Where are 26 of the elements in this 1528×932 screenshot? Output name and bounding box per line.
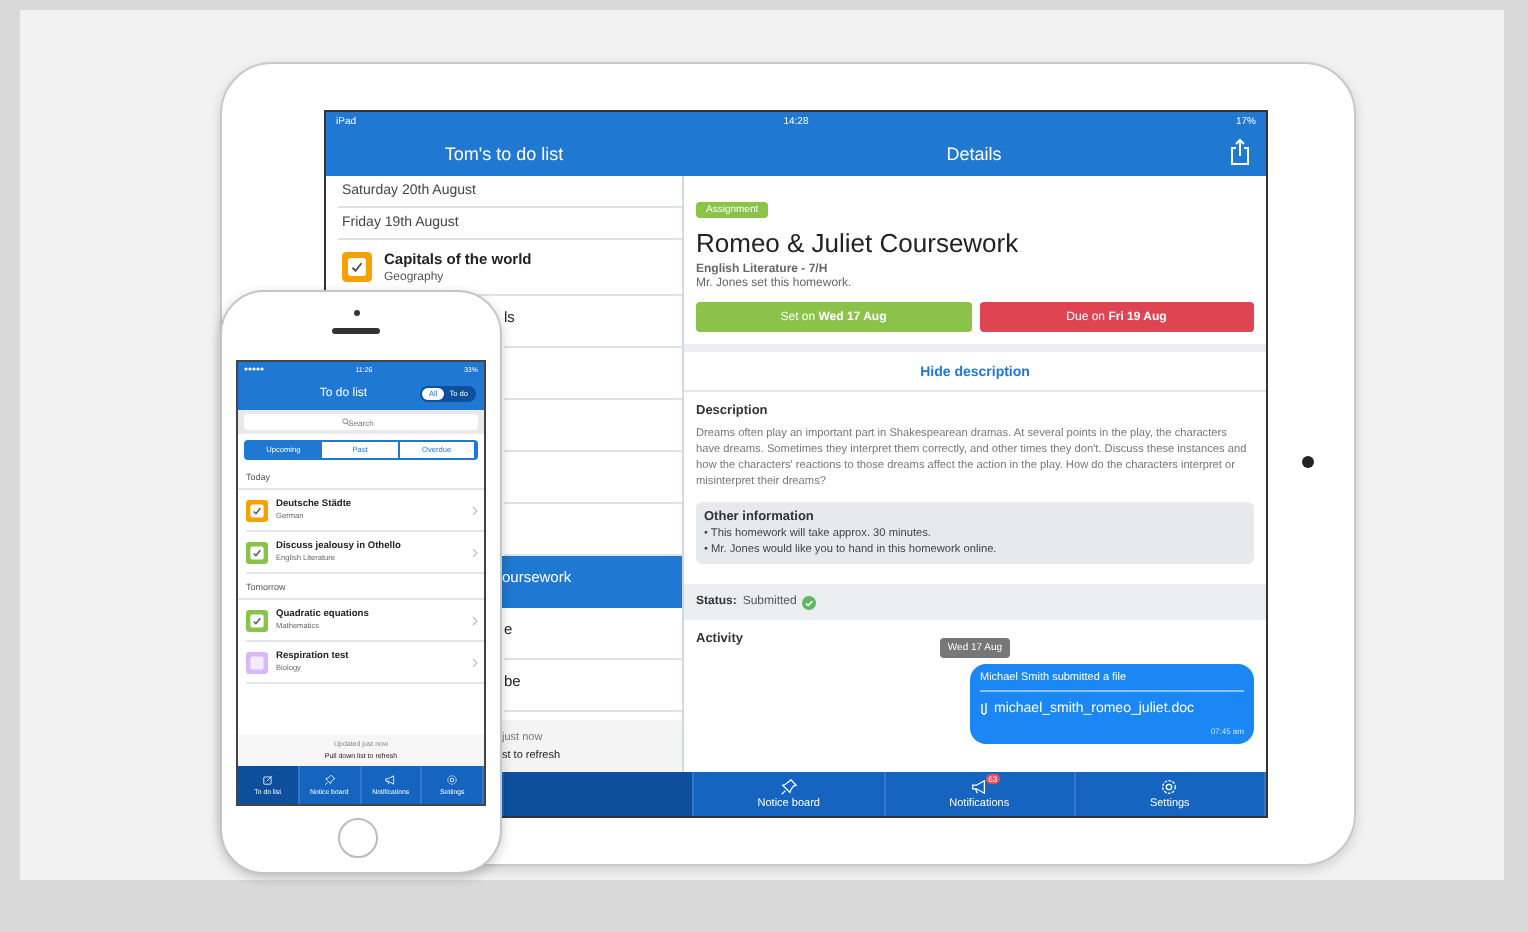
chevron-icon: [472, 505, 478, 515]
details-title: Details: [946, 144, 1002, 164]
chevron-icon: [472, 615, 478, 625]
pin-icon: [323, 774, 336, 786]
chevron-icon: [472, 657, 478, 667]
checkbox-icon[interactable]: [246, 541, 268, 563]
share-icon[interactable]: [1230, 138, 1250, 166]
megaphone-icon: [970, 778, 989, 796]
gear-icon: [1160, 778, 1179, 796]
gear-icon: [446, 774, 459, 786]
tab-button[interactable]: [504, 772, 695, 816]
edit-icon: [261, 774, 274, 786]
paperclip-icon: [980, 700, 988, 716]
chevron-icon: [472, 547, 478, 557]
home-button[interactable]: [338, 818, 378, 858]
search-icon: [342, 418, 350, 426]
signal-icon: [244, 366, 264, 372]
megaphone-icon: [384, 774, 397, 786]
checkbox-icon[interactable]: [342, 252, 372, 282]
checkbox-icon[interactable]: [246, 499, 268, 521]
checkbox-icon[interactable]: [246, 609, 268, 631]
assignment-title: Romeo & Juliet Coursework: [696, 228, 1021, 258]
list-title: Tom's to do list: [444, 144, 564, 164]
pin-icon: [779, 778, 798, 796]
checkbox-icon[interactable]: [246, 651, 268, 673]
check-circle-icon: [802, 595, 817, 609]
